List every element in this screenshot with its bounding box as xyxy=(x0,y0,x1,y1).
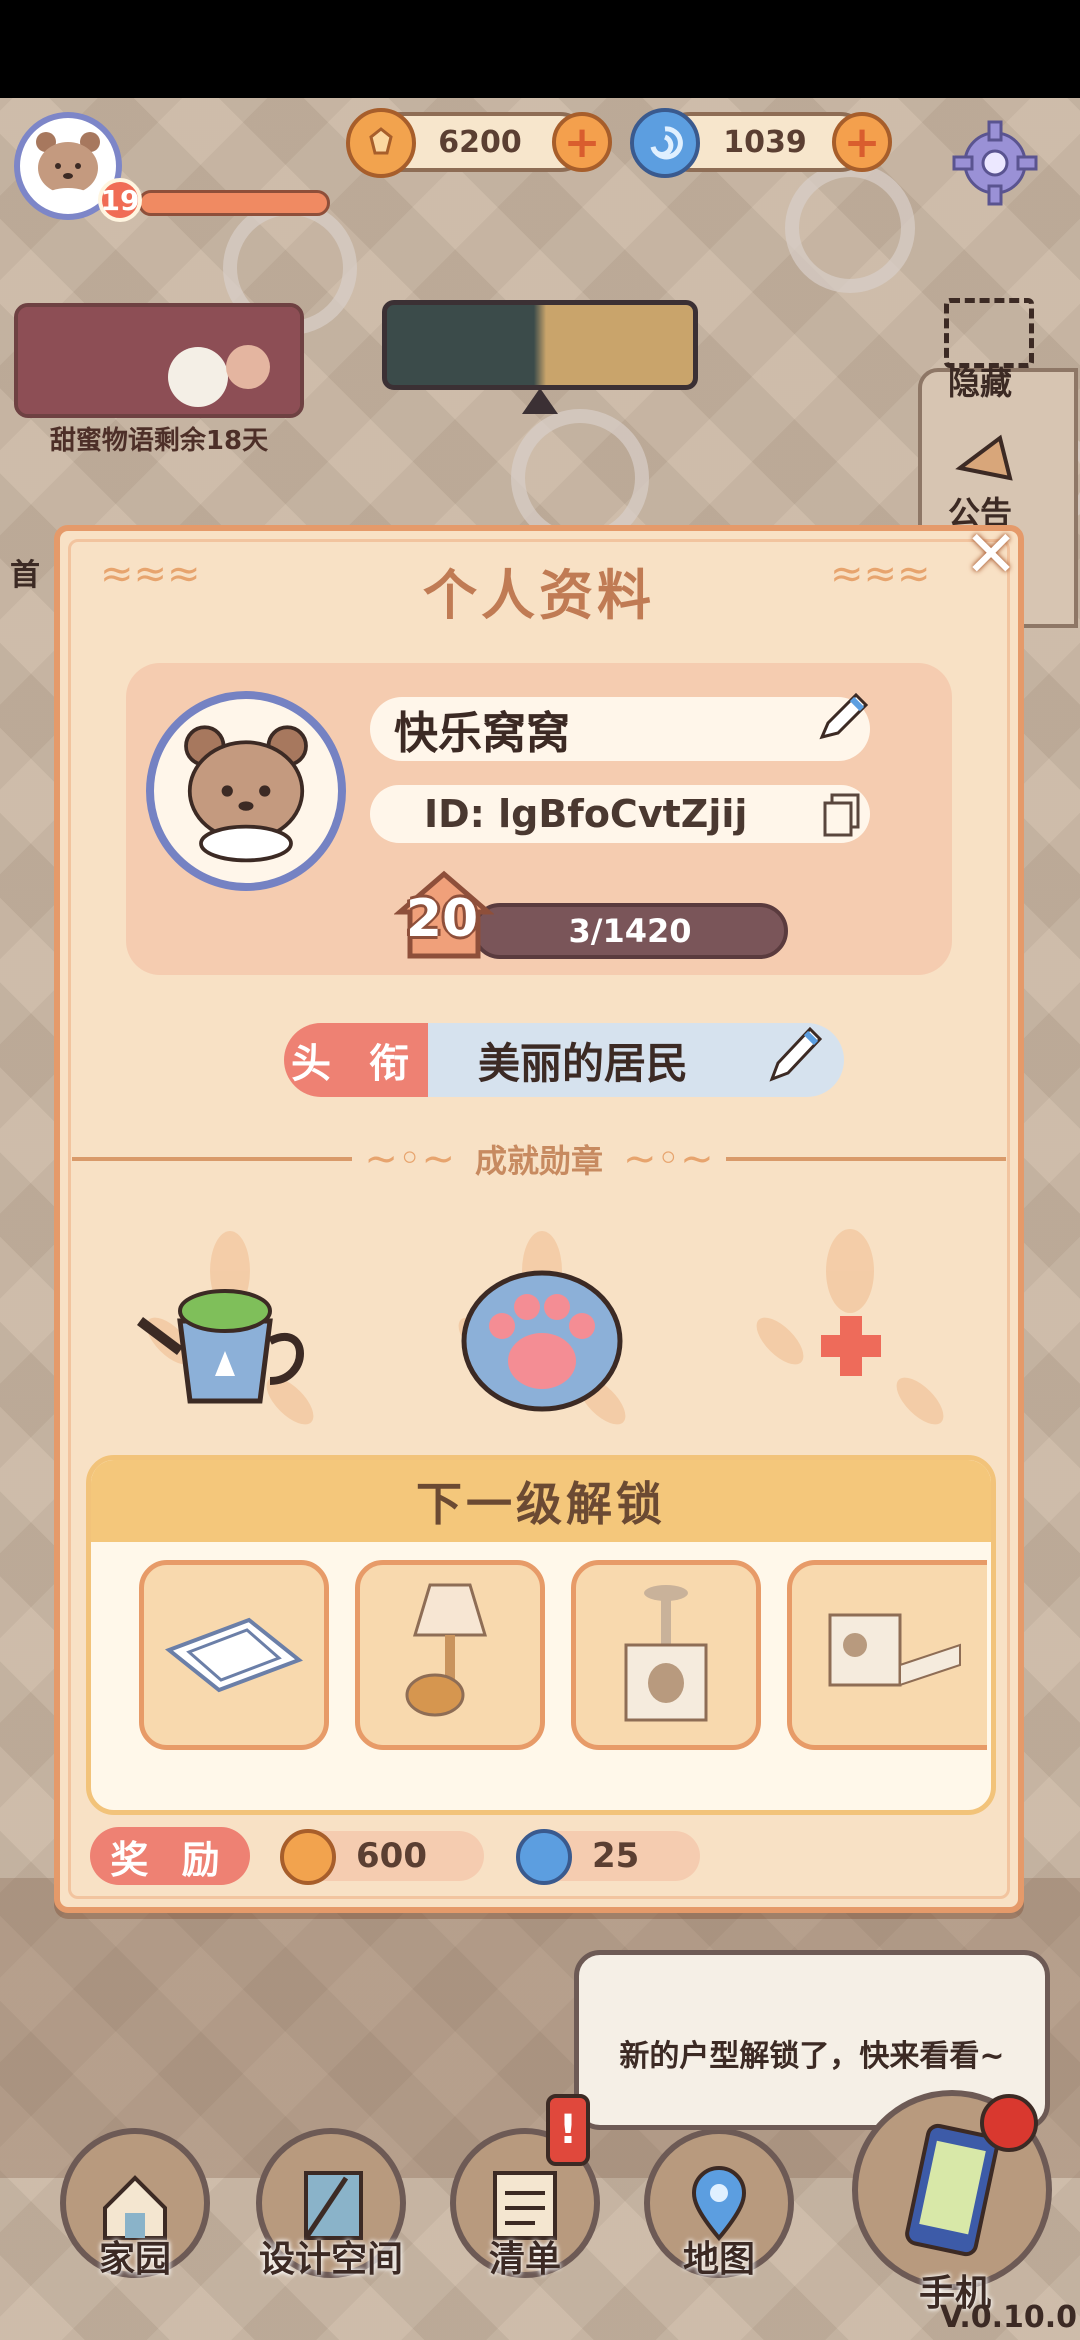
hide-label[interactable]: 隐藏 xyxy=(948,358,1012,404)
dialog-title: 个人资料 xyxy=(423,564,655,627)
settings-gear-icon[interactable] xyxy=(950,118,1040,208)
copy-id-icon[interactable] xyxy=(822,793,862,837)
announcement-icon[interactable] xyxy=(950,418,1030,498)
close-dialog-icon[interactable]: ✕ xyxy=(960,518,1022,592)
event-banner[interactable] xyxy=(14,303,304,418)
edit-nickname-pencil-icon[interactable] xyxy=(814,689,870,745)
level-progress-bar: 3/1420 xyxy=(472,903,788,959)
reward-row: 奖 励 600 25 xyxy=(90,1827,990,1889)
ornament-icon: ~◦~ xyxy=(623,1136,714,1182)
xp-bar xyxy=(138,190,330,216)
level-progress-text: 3/1420 xyxy=(568,912,692,950)
cat-condo-icon xyxy=(828,1613,961,1687)
ornament-icon: ~◦~ xyxy=(364,1136,455,1182)
day-night-indicator xyxy=(382,300,698,390)
gem-count: 1039 xyxy=(723,124,807,160)
profile-dialog: ≈≈≈ ≈≈≈ 个人资料 快乐窝窝 ID: lgBfoCvtZjij 3/142… xyxy=(54,525,1024,1913)
checklist-label[interactable]: 清单 xyxy=(450,2230,600,2282)
profile-avatar[interactable] xyxy=(146,691,346,891)
next-unlock-title: 下一级解锁 xyxy=(91,1460,991,1542)
title-tag: 头 衔 xyxy=(284,1023,428,1097)
reward-gem-icon xyxy=(516,1829,572,1885)
cat-tree-icon xyxy=(624,1585,708,1722)
profile-card: 快乐窝窝 ID: lgBfoCvtZjij 3/1420 20 xyxy=(126,663,952,975)
coin-count: 6200 xyxy=(438,124,522,160)
paw-medal[interactable] xyxy=(422,1211,662,1451)
achievements-title: 成就勋章 xyxy=(475,1142,604,1180)
map-label[interactable]: 地图 xyxy=(644,2230,794,2282)
lamp-icon xyxy=(405,1583,488,1717)
edit-title-pencil-icon[interactable] xyxy=(764,1019,824,1089)
notification-dot-icon xyxy=(980,2094,1038,2152)
nickname-text: 快乐窝窝 xyxy=(394,708,570,759)
reward-gems-value: 25 xyxy=(592,1836,640,1876)
player-level-badge: 19 xyxy=(98,178,142,222)
player-level-number: 20 xyxy=(405,889,479,949)
version-label: V.0.10.0 xyxy=(940,2300,1078,2335)
design-space-label[interactable]: 设计空间 xyxy=(236,2230,426,2282)
reward-tag: 奖 励 xyxy=(90,1827,250,1885)
title-row: 头 衔 美丽的居民 xyxy=(284,1023,844,1097)
alert-icon: ! xyxy=(546,2094,590,2166)
reward-coin-icon xyxy=(280,1829,336,1885)
player-id-field: ID: lgBfoCvtZjij xyxy=(370,785,870,843)
add-gems-button[interactable]: + xyxy=(832,112,892,172)
event-countdown-text: 甜蜜物语剩余18天 xyxy=(49,426,269,456)
home-side-label: 首 xyxy=(10,558,40,593)
gem-icon xyxy=(630,108,700,178)
achievements-header: ~◦~ 成就勋章 ~◦~ xyxy=(60,1129,1018,1189)
next-level-unlock-panel: 下一级解锁 xyxy=(86,1455,996,1815)
add-coins-button[interactable]: + xyxy=(552,112,612,172)
reward-coins-value: 600 xyxy=(356,1836,427,1876)
player-id-text: ID: lgBfoCvtZjij xyxy=(424,792,748,836)
watering-can-medal[interactable] xyxy=(110,1211,350,1451)
unlock-item-rug[interactable] xyxy=(139,1560,329,1750)
rug-icon xyxy=(165,1617,303,1693)
unlock-items-list[interactable] xyxy=(139,1560,991,1760)
unlock-item-cat-condo[interactable] xyxy=(787,1560,987,1750)
bear-icon xyxy=(36,132,100,204)
time-pointer-icon xyxy=(522,388,558,414)
unlock-item-lamp[interactable] xyxy=(355,1560,545,1750)
nickname-field: 快乐窝窝 xyxy=(370,697,870,761)
bear-avatar-icon xyxy=(184,725,308,863)
unlock-item-cat-tree[interactable] xyxy=(571,1560,761,1750)
coin-icon xyxy=(346,108,416,178)
add-medal-button[interactable] xyxy=(730,1211,970,1451)
home-label[interactable]: 家园 xyxy=(60,2230,210,2282)
